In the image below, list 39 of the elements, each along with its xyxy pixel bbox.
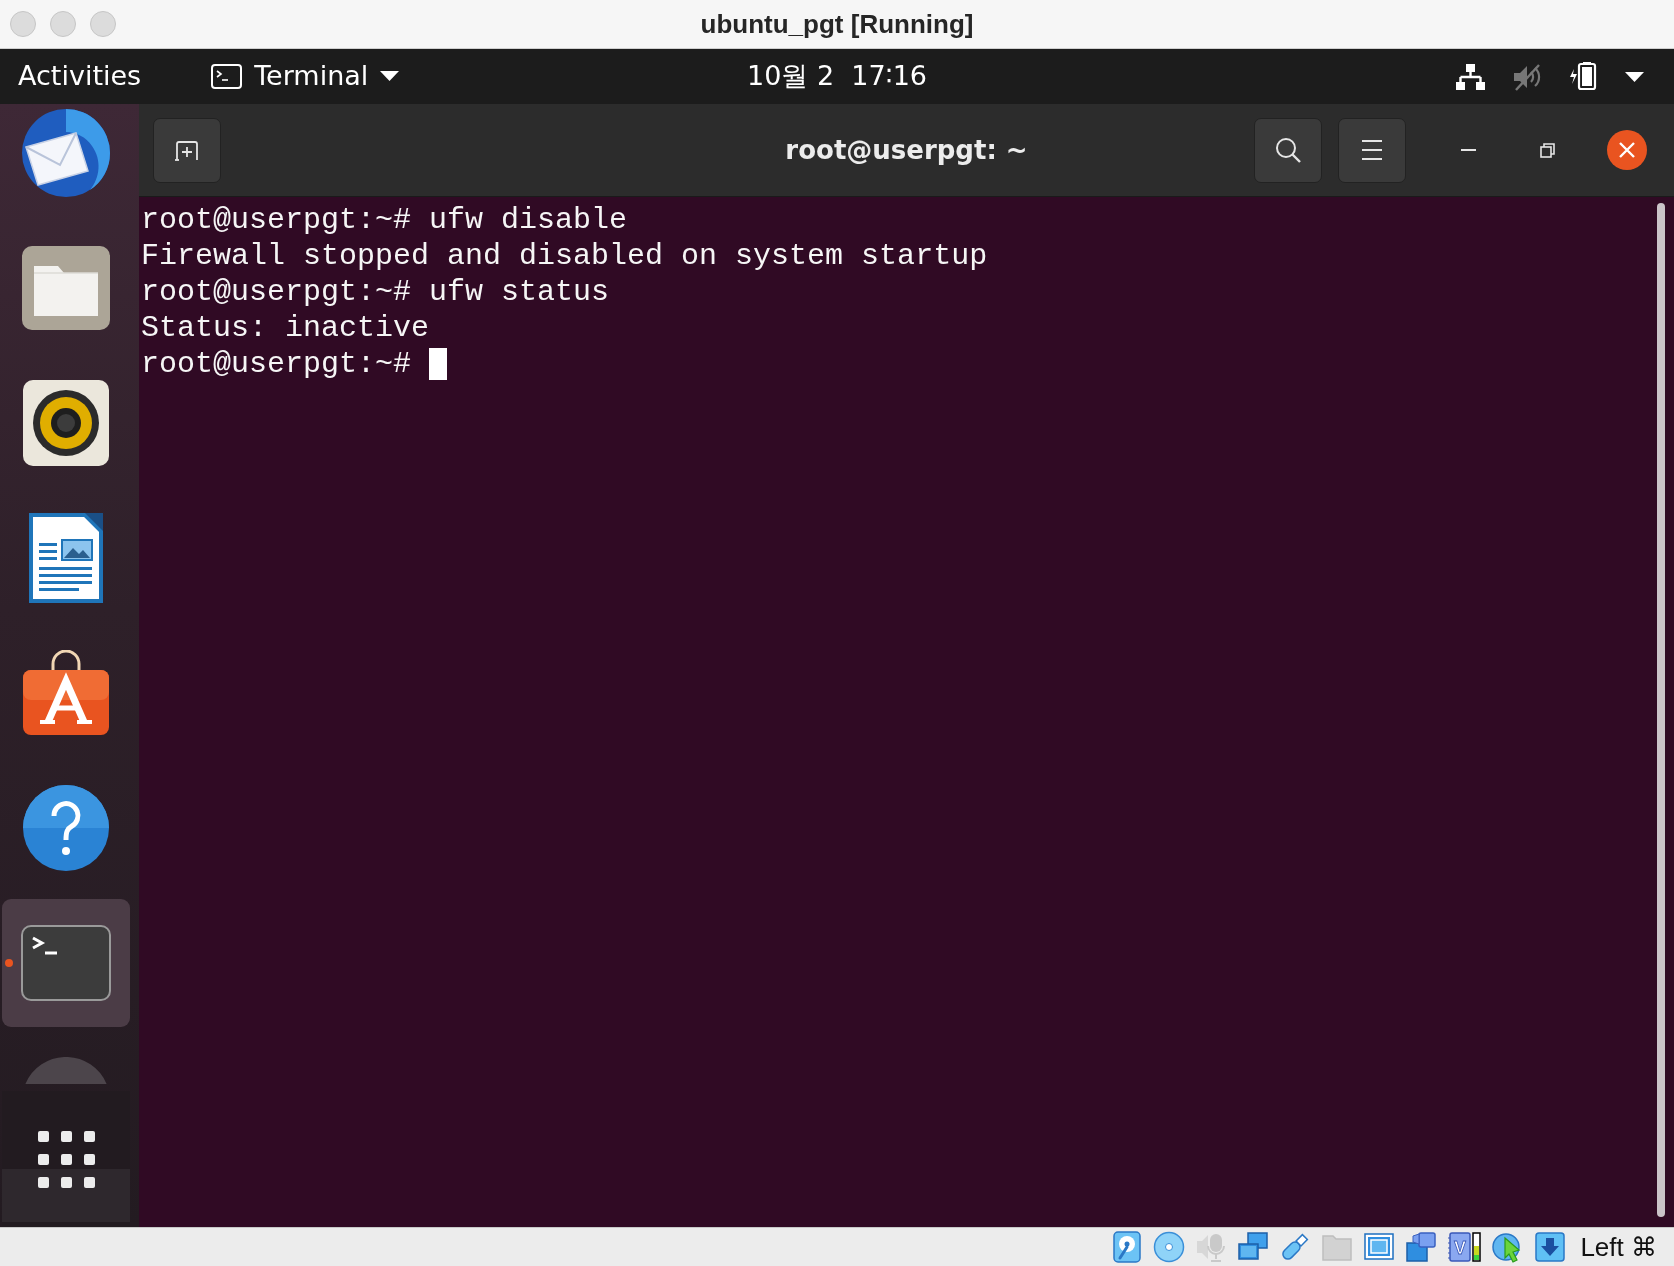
- optical-disc-icon[interactable]: [1153, 1231, 1186, 1263]
- speaker-icon: [23, 380, 109, 466]
- terminal-line: Firewall stopped and disabled on system startup: [141, 238, 988, 274]
- host-key-label: Left ⌘: [1580, 1231, 1657, 1263]
- minimize-icon: [1460, 149, 1476, 151]
- folder-icon: [22, 246, 110, 330]
- search-icon: [1275, 137, 1301, 163]
- search-button[interactable]: [1254, 117, 1322, 183]
- terminal-title: root@userpgt: ~: [785, 135, 1028, 165]
- terminal-line: root@userpgt:~# ufw status: [141, 274, 610, 310]
- menu-icon: [1362, 140, 1382, 160]
- terminal-line: root@userpgt:~#: [141, 346, 412, 382]
- scrollbar[interactable]: [1657, 203, 1665, 1217]
- video-camera-icon[interactable]: [1405, 1231, 1438, 1263]
- new-tab-icon: [174, 139, 200, 161]
- grid-icon: [37, 1130, 95, 1188]
- battery-icon: [1569, 62, 1597, 91]
- shopping-bag-icon: [21, 650, 111, 736]
- window-title: ubuntu_pgt [Running]: [700, 8, 974, 40]
- terminal-line: root@userpgt:~# ufw disable: [141, 202, 628, 238]
- document-icon: [29, 513, 103, 603]
- caret-icon: [1625, 71, 1644, 82]
- new-tab-button[interactable]: [153, 117, 221, 183]
- close-button[interactable]: [1607, 130, 1647, 170]
- monitors-icon[interactable]: [1237, 1231, 1270, 1263]
- terminal-icon: [211, 64, 243, 89]
- close-icon: [1619, 142, 1635, 158]
- system-menu-button[interactable]: [1456, 62, 1644, 91]
- menu-button[interactable]: [1338, 117, 1406, 183]
- display-icon[interactable]: [1363, 1231, 1396, 1263]
- terminal-line: Status: inactive: [141, 310, 430, 346]
- clock-button[interactable]: 10월 2 17∶16: [747, 60, 927, 93]
- activities-button[interactable]: Activities: [18, 60, 142, 93]
- app-menu-button[interactable]: Terminal: [211, 60, 400, 93]
- terminal-icon: [21, 925, 111, 1001]
- help-icon: [22, 784, 110, 872]
- network-icon: [1456, 63, 1485, 90]
- restore-icon: [1539, 142, 1555, 158]
- caret-icon: [380, 71, 400, 82]
